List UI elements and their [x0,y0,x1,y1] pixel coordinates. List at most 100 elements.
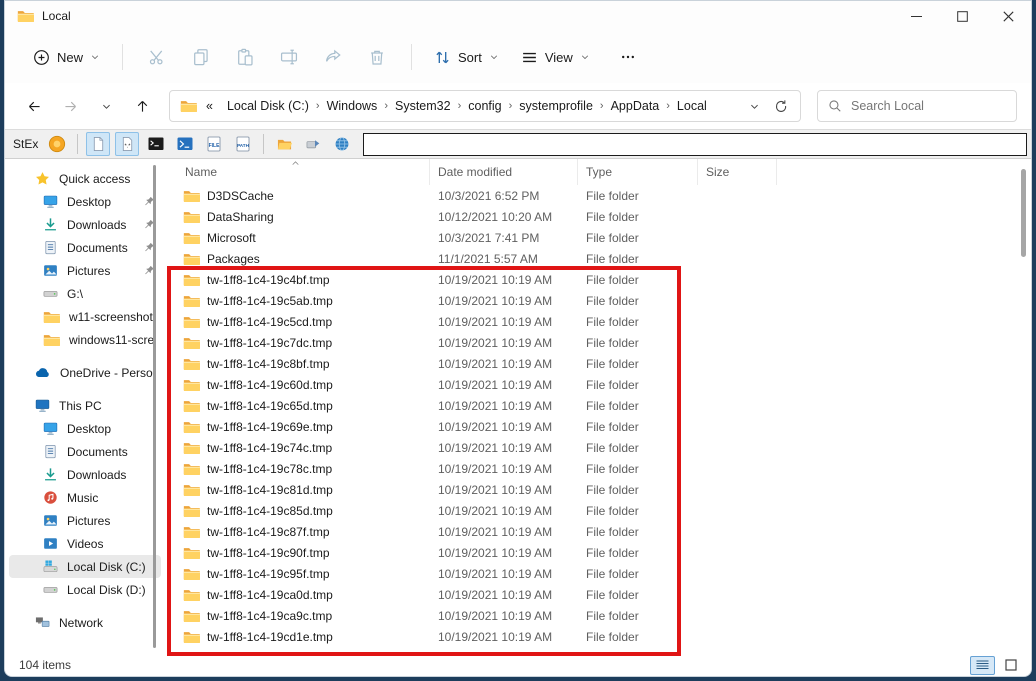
cut-button[interactable] [135,39,179,75]
paste-button[interactable] [223,39,267,75]
file-date-modified: 10/19/2021 10:19 AM [430,357,578,371]
file-row[interactable]: tw-1ff8-1c4-19c74c.tmp 10/19/2021 10:19 … [165,437,1031,458]
stex-logo-button[interactable] [45,132,69,156]
sidebar-item-music[interactable]: Music [9,486,161,509]
file-row[interactable]: tw-1ff8-1c4-19c81d.tmp 10/19/2021 10:19 … [165,479,1031,500]
sidebar-item-videos[interactable]: Videos [9,532,161,555]
file-row[interactable]: tw-1ff8-1c4-19c69e.tmp 10/19/2021 10:19 … [165,416,1031,437]
rename-batch-button[interactable]: *.* [115,132,139,156]
breadcrumb-segment[interactable]: Windows [322,95,383,117]
refresh-icon[interactable] [774,99,788,113]
breadcrumb-segment[interactable]: Local [672,95,712,117]
sidebar-item-downloads[interactable]: Downloads [9,463,161,486]
file-row[interactable]: tw-1ff8-1c4-19c4bf.tmp 10/19/2021 10:19 … [165,269,1031,290]
file-row[interactable]: tw-1ff8-1c4-19c90f.tmp 10/19/2021 10:19 … [165,542,1031,563]
new-button[interactable]: New [23,42,110,73]
sidebar-item-this-pc[interactable]: This PC [9,394,161,417]
file-row[interactable]: tw-1ff8-1c4-19c7dc.tmp 10/19/2021 10:19 … [165,332,1031,353]
file-row[interactable]: tw-1ff8-1c4-19c87f.tmp 10/19/2021 10:19 … [165,521,1031,542]
file-row[interactable]: Microsoft 10/3/2021 7:41 PM File folder [165,227,1031,248]
file-row[interactable]: tw-1ff8-1c4-19ca0d.tmp 10/19/2021 10:19 … [165,584,1031,605]
file-row[interactable]: tw-1ff8-1c4-19c95f.tmp 10/19/2021 10:19 … [165,563,1031,584]
sidebar-item-onedrive-person[interactable]: OneDrive - Person [9,361,161,384]
sidebar-item-quick-access[interactable]: Quick access [9,167,161,190]
file-row[interactable]: tw-1ff8-1c4-19c78c.tmp 10/19/2021 10:19 … [165,458,1031,479]
large-icons-view-button[interactable] [998,656,1023,675]
copy-button[interactable] [179,39,223,75]
close-button[interactable] [985,1,1031,31]
back-button[interactable] [19,91,49,121]
folder-icon [183,357,200,371]
sidebar-item-pictures[interactable]: Pictures [9,509,161,532]
breadcrumb-segment[interactable]: config [463,95,506,117]
file-row[interactable]: tw-1ff8-1c4-19ca9c.tmp 10/19/2021 10:19 … [165,605,1031,626]
file-row[interactable]: tw-1ff8-1c4-19c65d.tmp 10/19/2021 10:19 … [165,395,1031,416]
details-view-button[interactable] [970,656,995,675]
column-header-type[interactable]: Type [578,159,698,185]
minimize-button[interactable] [893,1,939,31]
powershell-button[interactable] [173,132,197,156]
desktop-icon [43,194,58,209]
breadcrumb-collapsed[interactable]: « [201,95,218,117]
column-header-size[interactable]: Size [698,159,777,185]
column-header-date-modified[interactable]: Date modified [430,159,578,185]
delete-button[interactable] [355,39,399,75]
sidebar-scrollbar[interactable] [153,165,156,648]
sidebar-item-desktop[interactable]: Desktop [9,190,161,213]
column-headers: Name Date modified Type Size [165,159,1031,185]
sidebar-item-g[interactable]: G:\ [9,282,161,305]
file-name: tw-1ff8-1c4-19ca9c.tmp [207,609,332,623]
copy-filenames-button[interactable]: FILE [202,132,226,156]
breadcrumb-segment[interactable]: Local Disk (C:) [222,95,314,117]
view-button[interactable]: View [511,42,600,73]
sidebar-item-w11-screenshot[interactable]: w11-screenshot [9,305,161,328]
sidebar-item-local-disk-c[interactable]: Local Disk (C:) [9,555,161,578]
chevron-down-icon[interactable] [749,101,760,112]
file-row[interactable]: tw-1ff8-1c4-19c85d.tmp 10/19/2021 10:19 … [165,500,1031,521]
sort-button[interactable]: Sort [424,42,509,73]
sidebar-item-label: Pictures [67,514,110,528]
folder-icon [17,9,34,23]
file-row[interactable]: tw-1ff8-1c4-19c5ab.tmp 10/19/2021 10:19 … [165,290,1031,311]
file-row[interactable]: D3DSCache 10/3/2021 6:52 PM File folder [165,185,1031,206]
file-list-scrollbar[interactable] [1020,159,1028,654]
sidebar-item-network[interactable]: Network [9,611,161,634]
scrollbar-thumb[interactable] [1021,169,1026,257]
file-row[interactable]: tw-1ff8-1c4-19c5cd.tmp 10/19/2021 10:19 … [165,311,1031,332]
recent-locations-button[interactable] [91,91,121,121]
options-folder-button[interactable] [272,132,296,156]
breadcrumb-segment[interactable]: systemprofile [514,95,598,117]
see-more-button[interactable] [610,42,646,72]
file-row[interactable]: DataSharing 10/12/2021 10:20 AM File fol… [165,206,1031,227]
up-button[interactable] [127,91,157,121]
stex-command-input[interactable] [363,133,1027,156]
breadcrumb-segment[interactable]: System32 [390,95,456,117]
console-button[interactable] [144,132,168,156]
folder-icon [183,378,200,392]
forward-button[interactable] [55,91,85,121]
sidebar-item-desktop[interactable]: Desktop [9,417,161,440]
file-name: tw-1ff8-1c4-19c81d.tmp [207,483,333,497]
stex-logo-icon [48,135,66,153]
sidebar-item-pictures[interactable]: Pictures [9,259,161,282]
file-row[interactable]: tw-1ff8-1c4-19c8bf.tmp 10/19/2021 10:19 … [165,353,1031,374]
new-file-button[interactable] [86,132,110,156]
sidebar-item-local-disk-d[interactable]: Local Disk (D:) [9,578,161,601]
internet-button[interactable] [330,132,354,156]
maximize-button[interactable] [939,1,985,31]
breadcrumb-segment[interactable]: AppData [606,95,665,117]
copy-paths-button[interactable]: PATH [231,132,255,156]
file-row[interactable]: Packages 11/1/2021 5:57 AM File folder [165,248,1031,269]
sidebar-item-downloads[interactable]: Downloads [9,213,161,236]
share-button[interactable] [311,39,355,75]
file-row[interactable]: tw-1ff8-1c4-19cd1e.tmp 10/19/2021 10:19 … [165,626,1031,647]
file-row[interactable]: tw-1ff8-1c4-19c60d.tmp 10/19/2021 10:19 … [165,374,1031,395]
send-button[interactable] [301,132,325,156]
breadcrumb[interactable]: « Local Disk (C:)›Windows›System32›confi… [169,90,801,122]
sidebar-item-windows11-scre[interactable]: windows11-scre [9,328,161,351]
desktop-icon [43,421,58,436]
rename-button[interactable] [267,39,311,75]
search-input[interactable] [851,99,1006,113]
sidebar-item-documents[interactable]: Documents [9,440,161,463]
sidebar-item-documents[interactable]: Documents [9,236,161,259]
